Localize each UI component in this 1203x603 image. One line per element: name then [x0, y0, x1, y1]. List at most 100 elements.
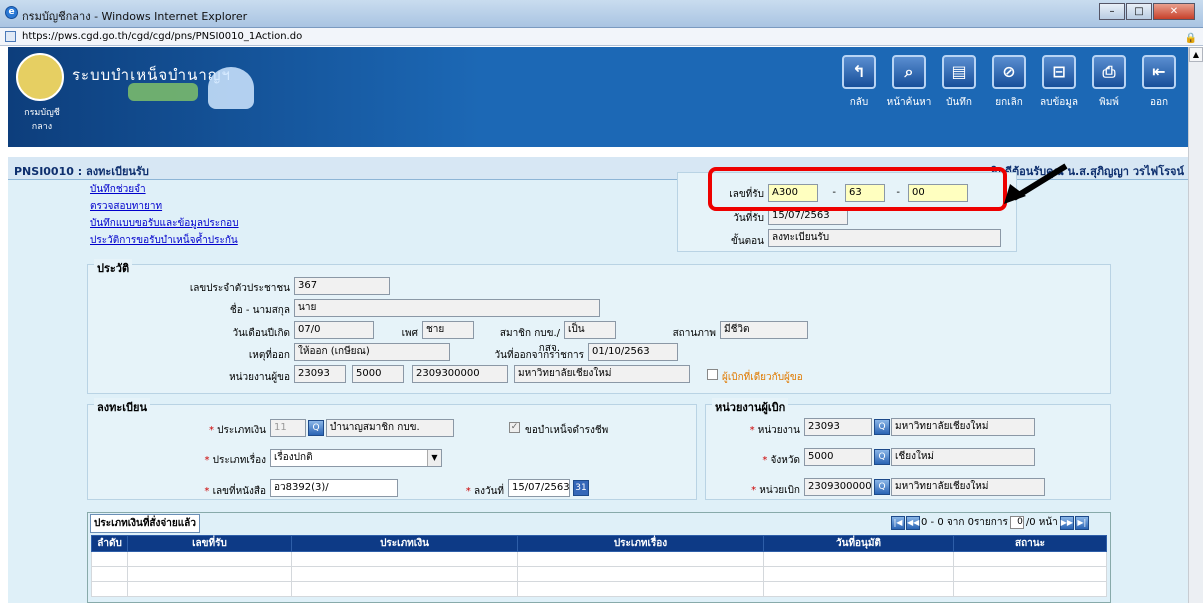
payer-province-name: เชียงใหม่	[891, 448, 1035, 466]
payer-province-code: 5000	[804, 448, 872, 466]
toolbar-label: ออก	[1149, 97, 1169, 108]
money-type-code: 11	[270, 419, 306, 437]
same-payer-checkbox[interactable]	[707, 369, 718, 380]
sex-field: ชาย	[422, 321, 474, 339]
reason-field: ให้ออก (เกษียณ)	[294, 343, 450, 361]
status-field: มีชีวิต	[720, 321, 808, 339]
next-page-icon[interactable]: ▶▶	[1059, 515, 1074, 530]
table-row	[91, 551, 1107, 567]
history-title: ประวัติ	[94, 259, 133, 277]
toolbar-label: กลับ	[849, 97, 869, 108]
member-field: เป็น	[564, 321, 616, 339]
step-field: ลงทะเบียนรับ	[768, 229, 1001, 247]
toolbar-label: ลบข้อมูล	[1039, 97, 1079, 108]
req-mark: *	[465, 486, 474, 497]
quick-links: บันทึกช่วยจำ ตรวจสอบทายาท บันทึกแบบขอรับ…	[90, 181, 239, 249]
col-receipt-no: เลขที่รับ	[127, 535, 292, 552]
prev-page-icon[interactable]: ◀◀	[906, 515, 920, 530]
app-banner: กรมบัญชีกลาง ระบบบำเหน็จบำนาญฯ ↰ กลับ ⌕ หน้…	[8, 47, 1188, 147]
save-icon: ▤	[942, 55, 976, 89]
print-icon: ⎙	[1092, 55, 1126, 89]
search-icon: ⌕	[892, 55, 926, 89]
minimize-button[interactable]: –	[1099, 3, 1125, 20]
link-check-heirs[interactable]: ตรวจสอบทายาท	[90, 198, 239, 215]
req-mark: *	[204, 455, 213, 466]
toolbar-button-print[interactable]: ⎙ พิมพ์	[1084, 55, 1134, 110]
payer-unit-name: มหาวิทยาลัยเชียงใหม่	[891, 418, 1035, 436]
toolbar-button-back[interactable]: ↰ กลับ	[834, 55, 884, 110]
close-button[interactable]: ✕	[1153, 3, 1195, 20]
window-titlebar: e กรมบัญชีกลาง - Windows Internet Explor…	[0, 0, 1203, 28]
doc-no-input[interactable]: อว8392(3)/	[270, 479, 398, 497]
toolbar-button-search[interactable]: ⌕ หน้าค้นหา	[884, 55, 934, 110]
link-guarantee-history[interactable]: ประวัติการขอรับบำเหน็จค้ำประกัน	[90, 232, 239, 249]
last-page-icon[interactable]: ▶|	[1074, 515, 1089, 530]
pension-checkbox[interactable]: ✓	[509, 422, 520, 433]
first-page-icon[interactable]: |◀	[891, 515, 905, 530]
citizen-id-field: 367	[294, 277, 390, 295]
page-input[interactable]: 0	[1009, 516, 1024, 529]
step-label: ขั้นตอน	[730, 236, 764, 247]
ie-icon: e	[5, 6, 18, 19]
payer-title: หน่วยงานผู้เบิก	[712, 398, 789, 416]
toolbar-button-cancel[interactable]: ⊘ ยกเลิก	[984, 55, 1034, 110]
same-payer-label: ผู้เบิกที่เดียวกับผู้ขอ	[722, 372, 803, 383]
payer-province-label: จังหวัด	[770, 455, 800, 466]
payer-province-lookup-icon[interactable]: Q	[874, 449, 890, 465]
doc-no-label: เลขที่หนังสือ	[212, 486, 266, 497]
scroll-up-icon[interactable]: ▲	[1189, 47, 1203, 62]
cancel-icon: ⊘	[992, 55, 1026, 89]
money-type-lookup-icon[interactable]: Q	[308, 420, 324, 436]
dob-label: วันเดือนปีเกิด	[232, 328, 290, 339]
page-title: PNSI0010 : ลงทะเบียนรับ	[14, 165, 149, 178]
req-mark: *	[749, 425, 758, 436]
toolbar-label: พิมพ์	[1099, 97, 1119, 108]
dropdown-arrow-icon[interactable]: ▼	[427, 450, 441, 466]
toolbar: ↰ กลับ ⌕ หน้าค้นหา ▤ บันทึก ⊘ ยกเลิก ⊟ ลบข้อมูล ⎙ พ…	[834, 55, 1184, 110]
payer-office-code: 2309300000	[804, 478, 872, 496]
subject-value: เรื่องปกติ	[274, 452, 313, 463]
register-title: ลงทะเบียน	[94, 398, 150, 416]
money-type-label: ประเภทเงิน	[217, 425, 266, 436]
toolbar-label: ยกเลิก	[995, 97, 1023, 108]
requester-province-code: 5000	[352, 365, 404, 383]
maximize-button[interactable]: □	[1126, 3, 1152, 20]
payer-unit-code: 23093	[804, 418, 872, 436]
calendar-icon[interactable]: 31	[573, 480, 589, 496]
doc-date-label: ลงวันที่	[473, 486, 504, 497]
table-row	[91, 566, 1107, 582]
paid-table-tab[interactable]: ประเภทเงินที่สั่งจ่ายแล้ว	[90, 514, 200, 533]
receipt-date-label: วันที่รับ	[733, 213, 764, 224]
pager: |◀ ◀◀ 0 - 0 จาก 0รายการ 0 /0 หน้า ▶▶ ▶|	[891, 515, 1090, 530]
col-money-type: ประเภทเงิน	[291, 535, 518, 552]
window-title: กรมบัญชีกลาง - Windows Internet Explorer	[22, 10, 248, 23]
subject-label: ประเภทเรื่อง	[212, 455, 266, 466]
page-icon	[5, 31, 16, 42]
toolbar-button-delete[interactable]: ⊟ ลบข้อมูล	[1034, 55, 1084, 110]
delete-icon: ⊟	[1042, 55, 1076, 89]
payer-office-lookup-icon[interactable]: Q	[874, 479, 890, 495]
toolbar-button-save[interactable]: ▤ บันทึก	[934, 55, 984, 110]
exit-icon: ⇤	[1142, 55, 1176, 89]
req-mark: *	[208, 425, 218, 436]
link-request-form[interactable]: บันทึกแบบขอรับและข้อมูลประกอบ	[90, 215, 239, 232]
vertical-scrollbar[interactable]: ▲	[1188, 47, 1203, 603]
money-graphic	[128, 83, 198, 101]
dob-field: 07/0	[294, 321, 374, 339]
req-mark: *	[204, 486, 213, 497]
payer-office-label: หน่วยเบิก	[759, 485, 800, 496]
lock-icon: 🔒	[1184, 33, 1197, 44]
name-label: ชื่อ - นามสกุล	[229, 305, 290, 316]
retire-date-label: วันที่ออกจากราชการ	[494, 350, 584, 361]
link-memo[interactable]: บันทึกช่วยจำ	[90, 181, 239, 198]
toolbar-button-exit[interactable]: ⇤ ออก	[1134, 55, 1184, 110]
payer-unit-lookup-icon[interactable]: Q	[874, 419, 890, 435]
payer-unit-label: หน่วยงาน	[757, 425, 800, 436]
subject-select[interactable]: เรื่องปกติ ▼	[270, 449, 442, 467]
back-icon: ↰	[842, 55, 876, 89]
col-subject-type: ประเภทเรื่อง	[517, 535, 764, 552]
address-bar[interactable]: https://pws.cgd.go.th/cgd/cgd/pns/PNSI00…	[0, 28, 1203, 46]
doc-date-input[interactable]: 15/07/2563	[508, 479, 570, 497]
pager-text: 0 - 0 จาก 0รายการ	[921, 517, 1008, 528]
status-label: สถานภาพ	[672, 328, 716, 339]
